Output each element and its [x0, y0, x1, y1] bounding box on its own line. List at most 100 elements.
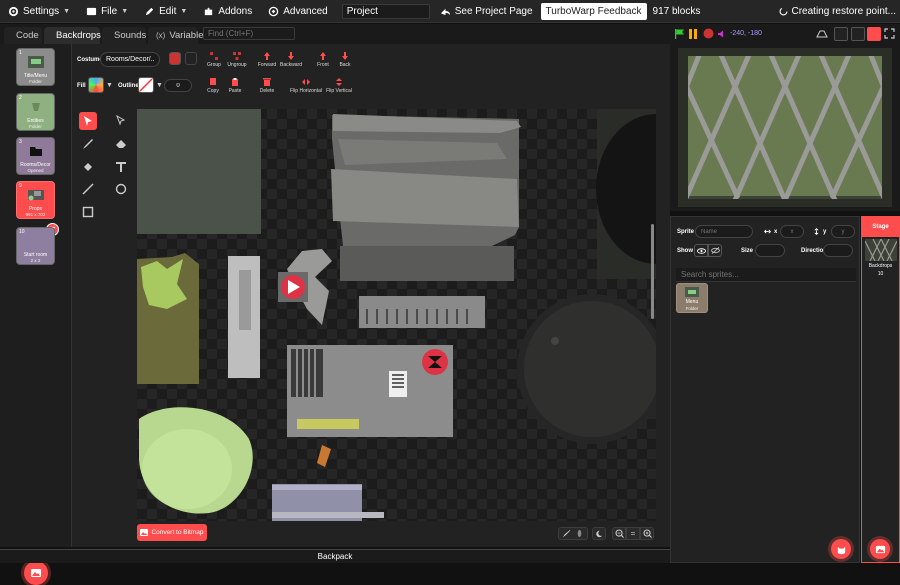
flip-horizontal-button[interactable]: Flip Horizontal	[288, 77, 324, 94]
front-button[interactable]: Front	[311, 51, 335, 68]
y-label: y	[823, 229, 827, 235]
costume-item[interactable]: 3 Rooms/Decor Opened	[16, 137, 55, 175]
hide-sprite-button[interactable]	[708, 244, 722, 257]
tab-variables[interactable]: (x) Variables	[148, 27, 208, 44]
fullscreen-icon[interactable]	[884, 28, 895, 39]
group-button[interactable]: Group	[202, 51, 226, 68]
pause-icon[interactable]	[688, 28, 698, 40]
turbo-mode-icon[interactable]	[816, 28, 828, 40]
delete-button[interactable]: Delete	[255, 77, 279, 94]
find-input[interactable]	[203, 27, 295, 40]
vertical-arrows-icon	[814, 228, 819, 235]
costume-label: Costume	[77, 57, 103, 63]
outline-color-swatch[interactable]	[138, 77, 154, 93]
project-title-input[interactable]	[341, 3, 430, 19]
backpack-bar[interactable]: Backpack	[0, 549, 670, 563]
circle-tool[interactable]	[112, 180, 130, 198]
file-icon	[86, 7, 97, 15]
edit-menu[interactable]: Edit ▼	[136, 0, 195, 23]
tab-backdrops[interactable]: Backdrops	[44, 27, 101, 44]
group-icon	[210, 52, 218, 60]
tab-code[interactable]: Code	[4, 27, 42, 44]
caret-down-icon: ▼	[63, 7, 71, 15]
costume-name-input[interactable]	[100, 52, 160, 67]
show-sprite-button[interactable]	[694, 244, 708, 257]
addons-menu[interactable]: Addons	[195, 0, 260, 23]
brush-icon	[83, 139, 93, 149]
costume-info: Folder	[29, 79, 42, 84]
paste-button[interactable]: Paste	[223, 77, 247, 94]
settings-menu[interactable]: Settings ▼	[0, 0, 78, 23]
costume-info: Opened	[27, 168, 44, 173]
fill-tool[interactable]	[79, 158, 97, 176]
small-stage-button[interactable]	[834, 27, 848, 41]
costume-number: 2	[19, 95, 22, 101]
zoom-in-button[interactable]	[640, 527, 654, 540]
convert-to-bitmap-button[interactable]: Convert to Bitmap	[137, 524, 207, 541]
brush-tool[interactable]	[79, 135, 97, 153]
backward-button[interactable]: Backward	[279, 51, 303, 68]
size-label: Size	[741, 248, 754, 254]
fill-color-swatch[interactable]	[88, 77, 104, 93]
paint-canvas[interactable]	[137, 109, 656, 521]
advanced-menu[interactable]: Advanced	[260, 0, 335, 23]
folder-thumbnail	[32, 103, 40, 111]
back-button[interactable]: Back	[333, 51, 357, 68]
group-color-button[interactable]	[169, 52, 181, 65]
select-tool[interactable]	[79, 112, 97, 130]
outline-width-input[interactable]	[164, 79, 192, 92]
large-stage-button[interactable]	[867, 27, 881, 41]
grip-icon	[577, 529, 582, 538]
text-tool[interactable]	[112, 158, 130, 176]
add-sprite-button[interactable]	[831, 539, 851, 559]
moon-icon	[596, 530, 603, 537]
rectangle-tool[interactable]	[79, 203, 97, 221]
file-menu[interactable]: File ▼	[78, 0, 136, 23]
mute-icon[interactable]	[717, 29, 727, 39]
reshape-tool[interactable]	[112, 112, 130, 130]
copy-label: Copy	[207, 88, 219, 94]
normal-stage-button[interactable]	[851, 27, 865, 41]
sprite-item[interactable]: Menu Folder	[676, 283, 708, 313]
stage-canvas[interactable]	[678, 48, 892, 207]
sprite-name-input[interactable]	[695, 225, 753, 238]
caret-down-icon[interactable]: ▼	[106, 82, 113, 89]
copy-button[interactable]: Copy	[201, 77, 225, 94]
tab-sounds-label: Sounds	[114, 30, 147, 41]
costume-item-selected[interactable]: 9 Props 961 x 702	[16, 181, 55, 219]
ungroup-button[interactable]: Ungroup	[225, 51, 249, 68]
direction-input[interactable]	[823, 244, 853, 257]
costume-item[interactable]: 1 Title/Menu Folder	[16, 48, 55, 86]
turbowarp-feedback-button[interactable]: TurboWarp Feedback	[540, 2, 647, 20]
trash-icon	[263, 78, 271, 86]
stop-icon[interactable]	[703, 28, 714, 39]
tab-sounds[interactable]: Sounds	[102, 27, 146, 44]
zoom-out-button[interactable]	[612, 527, 626, 540]
group-label: Group	[207, 62, 221, 68]
costume-item[interactable]: 10 Start room 2 x 2	[16, 227, 55, 265]
search-sprites-input[interactable]	[676, 268, 856, 282]
see-project-page-button[interactable]: See Project Page	[440, 6, 533, 17]
flip-vertical-button[interactable]: Flip Vertical	[324, 77, 354, 94]
green-flag-icon[interactable]	[674, 28, 685, 40]
dark-mode-toggle[interactable]	[592, 527, 606, 540]
zoom-reset-button[interactable]: =	[626, 527, 640, 540]
costume-item[interactable]: 2 Entities Folder	[16, 93, 55, 131]
spinner-icon	[779, 7, 787, 16]
arrow-up-icon	[264, 52, 270, 60]
line-tool[interactable]	[79, 180, 97, 198]
x-position-input[interactable]	[780, 225, 804, 238]
editor-tabs: Code Backdrops Sounds (x) Variables	[0, 24, 670, 44]
bitmap-vector-toggle[interactable]	[558, 527, 588, 540]
caret-down-icon[interactable]: ▼	[156, 82, 163, 89]
costume-number: 3	[19, 139, 22, 145]
stage-target-panel[interactable]: Stage Backdrops 10	[861, 216, 900, 563]
add-backdrop-button[interactable]	[870, 539, 890, 559]
add-costume-button[interactable]	[24, 561, 48, 585]
size-input[interactable]	[755, 244, 785, 257]
eraser-tool[interactable]	[112, 135, 130, 153]
ungroup-color-button[interactable]	[185, 52, 197, 65]
line-icon	[82, 183, 94, 195]
forward-button[interactable]: Forward	[255, 51, 279, 68]
y-position-input[interactable]	[831, 225, 855, 238]
